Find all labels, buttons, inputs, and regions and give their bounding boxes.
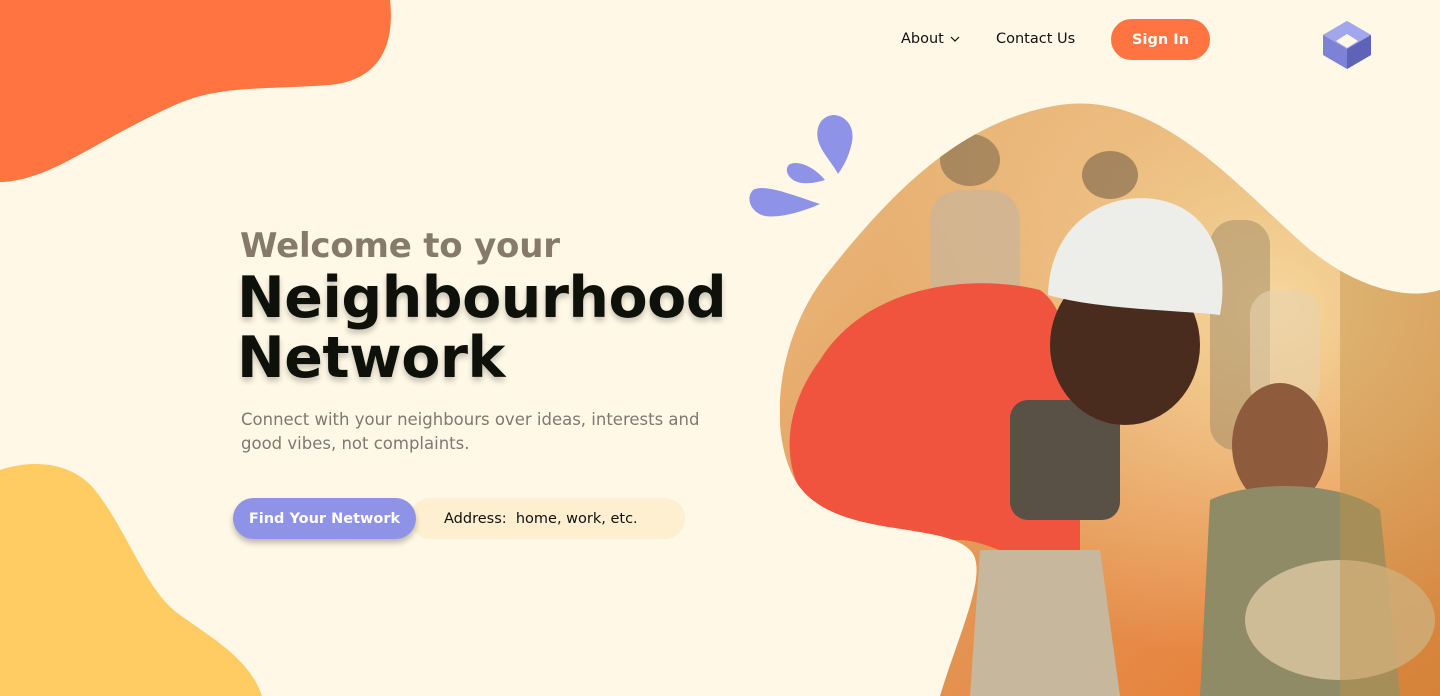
title-line-2: Network — [237, 325, 505, 391]
nav-contact-label: Contact Us — [996, 31, 1076, 47]
orange-blob-decoration — [0, 0, 391, 182]
cube-logo-icon[interactable] — [1322, 20, 1372, 70]
nav-about-link[interactable]: About — [901, 31, 960, 47]
address-search-box — [410, 498, 685, 539]
nav-contact-link[interactable]: Contact Us — [996, 31, 1075, 47]
hero-photo — [780, 103, 1440, 696]
address-input[interactable] — [444, 498, 669, 539]
nav-about-label: About — [901, 31, 944, 47]
welcome-heading: Welcome to your — [240, 226, 560, 266]
find-network-button[interactable]: Find Your Network — [233, 498, 416, 539]
title-line-1: Neighbourhood — [237, 265, 727, 331]
chevron-down-icon — [950, 36, 960, 42]
hero-subtitle: Connect with your neighbours over ideas,… — [241, 410, 700, 453]
sign-in-button[interactable]: Sign In — [1111, 19, 1210, 60]
page-title: Neighbourhood Network — [237, 265, 727, 391]
yellow-blob-decoration — [0, 464, 262, 696]
